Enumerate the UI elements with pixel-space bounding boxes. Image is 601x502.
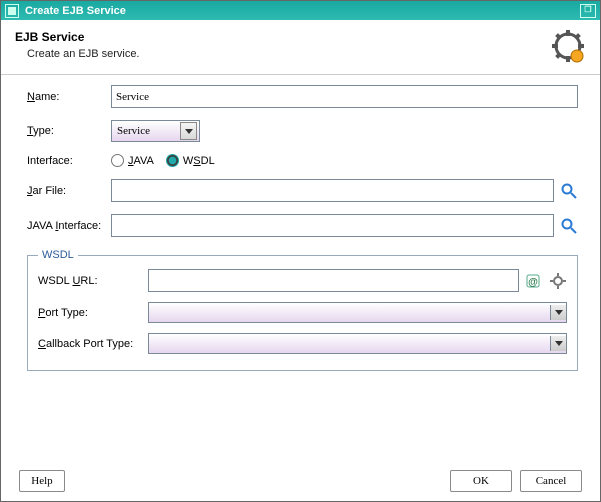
javainterface-label: JAVA Interface:	[27, 220, 111, 232]
window-title: Create EJB Service	[25, 5, 126, 17]
form-area: Name: Type: Service Interface: JAVA WSDL…	[1, 85, 600, 460]
type-select[interactable]: Service	[111, 120, 200, 142]
chevron-down-icon	[550, 336, 566, 351]
type-select-value: Service	[117, 125, 150, 137]
page-subtitle: Create an EJB service.	[27, 48, 552, 60]
jarfile-input[interactable]	[111, 179, 554, 202]
interface-label: Interface:	[27, 155, 111, 167]
porttype-select[interactable]	[148, 302, 567, 323]
wsdl-legend: WSDL	[38, 249, 78, 261]
jarfile-label: Jar File:	[27, 185, 111, 197]
wsdl-find-button[interactable]: @	[525, 272, 543, 290]
page-title: EJB Service	[15, 30, 552, 44]
interface-java-radio-label: JAVA	[128, 155, 154, 167]
wsdlurl-label: WSDL URL:	[38, 275, 148, 287]
find-wsdl-icon: @	[526, 273, 542, 289]
dialog-footer: Help OK Cancel	[1, 460, 600, 501]
chevron-down-icon	[180, 122, 197, 140]
chevron-down-icon	[550, 305, 566, 320]
window-restore-icon[interactable]: ❐	[580, 4, 596, 18]
dialog-header: EJB Service Create an EJB service.	[1, 20, 600, 70]
wizard-gear-icon	[552, 30, 586, 64]
porttype-label: Port Type:	[38, 307, 148, 319]
jarfile-browse-button[interactable]	[560, 182, 578, 200]
cancel-button[interactable]: Cancel	[520, 470, 582, 492]
callbackporttype-select[interactable]	[148, 333, 567, 354]
wsdl-group: WSDL WSDL URL: @ Port Type: Call	[27, 249, 578, 371]
javainterface-browse-button[interactable]	[560, 217, 578, 235]
svg-text:@: @	[528, 277, 538, 288]
wsdl-settings-button[interactable]	[549, 272, 567, 290]
titlebar: Create EJB Service ❐	[1, 1, 600, 20]
help-button[interactable]: Help	[19, 470, 65, 492]
type-label: Type:	[27, 125, 111, 137]
gear-icon	[550, 273, 566, 289]
window-icon	[5, 4, 19, 18]
interface-wsdl-radio[interactable]: WSDL	[166, 154, 215, 167]
name-label: Name:	[27, 91, 111, 103]
magnifier-icon	[561, 218, 577, 234]
magnifier-icon	[561, 183, 577, 199]
interface-java-radio[interactable]: JAVA	[111, 154, 154, 167]
callbackporttype-label: Callback Port Type:	[38, 338, 148, 350]
interface-wsdl-radio-label: WSDL	[183, 155, 215, 167]
javainterface-input[interactable]	[111, 214, 554, 237]
name-input[interactable]	[111, 85, 578, 108]
wsdlurl-input[interactable]	[148, 269, 519, 292]
ok-button[interactable]: OK	[450, 470, 512, 492]
